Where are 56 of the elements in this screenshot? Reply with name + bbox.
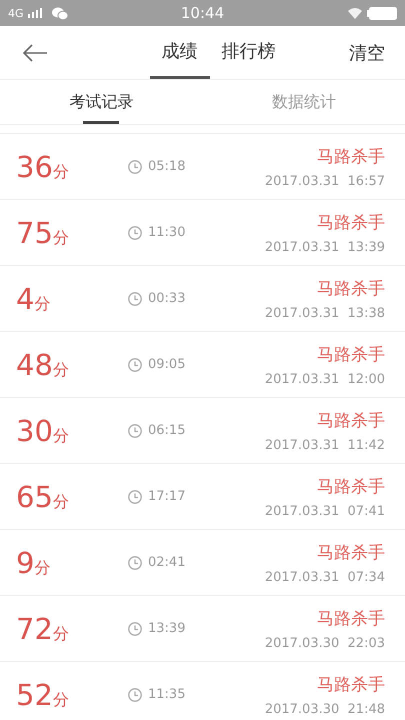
user-name: 马路杀手 xyxy=(317,212,385,234)
date-time: 2017.03.31 07:41 xyxy=(264,504,385,518)
date-time: 2017.03.31 13:38 xyxy=(264,306,385,320)
date-time: 2017.03.30 21:48 xyxy=(264,702,385,716)
user-name: 马路杀手 xyxy=(317,674,385,696)
chat-bubbles-icon xyxy=(52,6,68,20)
date-time: 2017.03.31 07:34 xyxy=(264,570,385,584)
score: 52分 xyxy=(16,678,70,712)
sub-tab[interactable]: 考试记录 xyxy=(67,80,136,124)
duration: 17:17 xyxy=(148,489,186,504)
clock-icon xyxy=(128,358,142,372)
score: 30分 xyxy=(16,414,70,448)
wifi-icon xyxy=(347,7,363,19)
user-name: 马路杀手 xyxy=(317,344,385,366)
network-type: 4G xyxy=(8,6,24,20)
duration: 00:33 xyxy=(148,291,186,306)
clock-icon xyxy=(128,556,142,570)
date-time: 2017.03.31 12:00 xyxy=(264,372,385,386)
date-time: 2017.03.31 11:42 xyxy=(264,438,385,452)
score: 75分 xyxy=(16,216,70,250)
score: 48分 xyxy=(16,348,70,382)
score: 36分 xyxy=(16,150,70,184)
clear-button[interactable]: 清空 xyxy=(349,40,385,64)
duration: 06:15 xyxy=(148,423,186,438)
user-name: 马路杀手 xyxy=(317,146,385,168)
signal-icon xyxy=(28,8,42,18)
date-time: 2017.03.31 13:39 xyxy=(264,240,385,254)
user-name: 马路杀手 xyxy=(317,608,385,630)
user-name: 马路杀手 xyxy=(317,410,385,432)
score: 72分 xyxy=(16,612,70,646)
user-name: 马路杀手 xyxy=(317,278,385,300)
score: 65分 xyxy=(16,480,70,514)
duration: 09:05 xyxy=(148,357,186,372)
back-arrow-icon[interactable] xyxy=(22,44,48,62)
duration: 02:41 xyxy=(148,555,186,570)
score: 4分 xyxy=(16,282,52,316)
user-name: 马路杀手 xyxy=(317,476,385,498)
clock-icon xyxy=(128,622,142,636)
date-time: 2017.03.31 16:57 xyxy=(264,174,385,188)
clock-time: 10:44 xyxy=(180,4,224,22)
header-tab[interactable]: 成绩 xyxy=(150,26,210,79)
duration: 05:18 xyxy=(148,159,186,174)
clock-icon xyxy=(128,292,142,306)
clock-icon xyxy=(128,226,142,240)
duration: 13:39 xyxy=(148,621,186,636)
clock-icon xyxy=(128,424,142,438)
clock-icon xyxy=(128,160,142,174)
battery-icon xyxy=(367,6,397,20)
clock-icon xyxy=(128,688,142,702)
duration: 11:30 xyxy=(148,225,186,240)
clock-icon xyxy=(128,490,142,504)
date-time: 2017.03.30 22:03 xyxy=(264,636,385,650)
score: 9分 xyxy=(16,546,52,580)
duration: 11:35 xyxy=(148,687,186,702)
header-tab[interactable]: 排行榜 xyxy=(210,26,288,79)
user-name: 马路杀手 xyxy=(317,542,385,564)
